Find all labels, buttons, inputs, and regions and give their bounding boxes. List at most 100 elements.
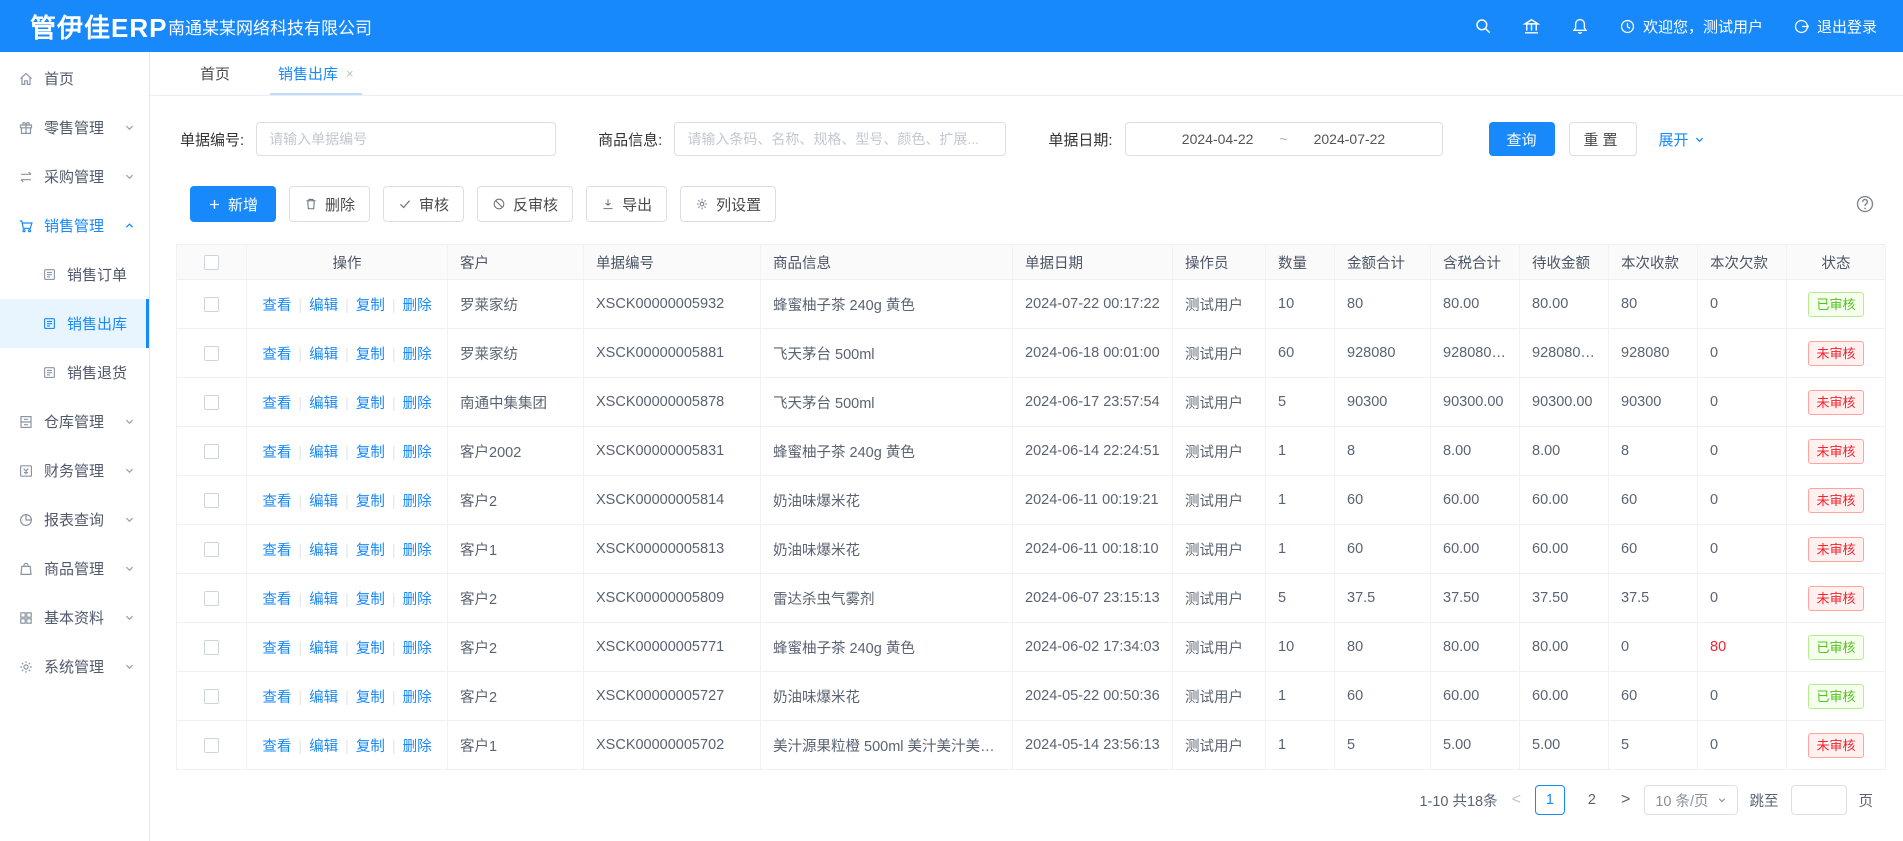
action-delete[interactable]: 删除 <box>403 739 432 755</box>
next-page-button[interactable]: > <box>1619 791 1632 809</box>
sidebar-item-basic-data[interactable]: 基本资料 <box>0 593 149 642</box>
row-checkbox[interactable] <box>204 444 219 459</box>
chevron-down-icon <box>1694 134 1705 145</box>
action-copy[interactable]: 复制 <box>356 396 385 412</box>
cell-owed: 0 <box>1698 574 1787 623</box>
action-edit[interactable]: 编辑 <box>309 690 338 706</box>
action-copy[interactable]: 复制 <box>356 739 385 755</box>
action-edit[interactable]: 编辑 <box>309 298 338 314</box>
action-delete[interactable]: 删除 <box>403 494 432 510</box>
sidebar-item-finance[interactable]: 财务管理 <box>0 446 149 495</box>
tab-strip: 首页 销售出库 × <box>150 52 1903 96</box>
query-button[interactable]: 查询 <box>1489 122 1555 156</box>
sidebar-item-retail[interactable]: 零售管理 <box>0 103 149 152</box>
action-view[interactable]: 查看 <box>262 347 291 363</box>
action-view[interactable]: 查看 <box>262 690 291 706</box>
unaudit-button[interactable]: 反审核 <box>477 186 573 222</box>
action-delete[interactable]: 删除 <box>403 641 432 657</box>
action-copy[interactable]: 复制 <box>356 298 385 314</box>
action-delete[interactable]: 删除 <box>403 690 432 706</box>
tab-home[interactable]: 首页 <box>200 52 230 95</box>
col-bill-no: 单据编号 <box>584 245 761 280</box>
action-view[interactable]: 查看 <box>262 543 291 559</box>
action-view[interactable]: 查看 <box>262 298 291 314</box>
page-size-select[interactable]: 10 条/页 <box>1644 785 1737 815</box>
bank-icon[interactable] <box>1522 17 1541 36</box>
sidebar-item-reports[interactable]: 报表查询 <box>0 495 149 544</box>
help-icon[interactable] <box>1855 194 1875 214</box>
sidebar-item-sales[interactable]: 销售管理 <box>0 201 149 250</box>
bill-no-input[interactable] <box>256 122 556 156</box>
action-delete[interactable]: 删除 <box>403 445 432 461</box>
action-edit[interactable]: 编辑 <box>309 445 338 461</box>
cell-customer: 客户1 <box>448 721 584 770</box>
action-view[interactable]: 查看 <box>262 641 291 657</box>
row-checkbox[interactable] <box>204 689 219 704</box>
sidebar-item-purchase[interactable]: 采购管理 <box>0 152 149 201</box>
export-button[interactable]: 导出 <box>586 186 667 222</box>
sidebar-item-sales-order[interactable]: 销售订单 <box>0 250 149 299</box>
action-copy[interactable]: 复制 <box>356 690 385 706</box>
sidebar-item-home[interactable]: 首页 <box>0 54 149 103</box>
sidebar-item-sales-return[interactable]: 销售退货 <box>0 348 149 397</box>
reset-button[interactable]: 重置 <box>1569 122 1637 156</box>
action-edit[interactable]: 编辑 <box>309 543 338 559</box>
action-copy[interactable]: 复制 <box>356 494 385 510</box>
expand-filters-link[interactable]: 展开 <box>1659 129 1705 150</box>
welcome-user[interactable]: 欢迎您，测试用户 <box>1619 16 1763 37</box>
delete-button[interactable]: 删除 <box>289 186 370 222</box>
bell-icon[interactable] <box>1571 17 1589 35</box>
row-checkbox[interactable] <box>204 591 219 606</box>
action-delete[interactable]: 删除 <box>403 543 432 559</box>
action-edit[interactable]: 编辑 <box>309 739 338 755</box>
action-copy[interactable]: 复制 <box>356 543 385 559</box>
action-edit[interactable]: 编辑 <box>309 494 338 510</box>
action-edit[interactable]: 编辑 <box>309 592 338 608</box>
jump-page-input[interactable] <box>1791 785 1847 815</box>
product-info-input[interactable] <box>674 122 1006 156</box>
page-1-button[interactable]: 1 <box>1535 785 1565 815</box>
row-checkbox[interactable] <box>204 297 219 312</box>
action-edit[interactable]: 编辑 <box>309 396 338 412</box>
audit-button[interactable]: 审核 <box>383 186 464 222</box>
column-settings-button[interactable]: 列设置 <box>680 186 776 222</box>
cell-date: 2024-06-11 00:19:21 <box>1013 476 1173 525</box>
row-checkbox[interactable] <box>204 542 219 557</box>
action-delete[interactable]: 删除 <box>403 396 432 412</box>
action-edit[interactable]: 编辑 <box>309 347 338 363</box>
add-button[interactable]: 新增 <box>190 186 276 222</box>
close-tab-icon[interactable]: × <box>346 66 354 81</box>
sidebar-item-products[interactable]: 商品管理 <box>0 544 149 593</box>
cell-operator: 测试用户 <box>1173 574 1266 623</box>
action-copy[interactable]: 复制 <box>356 347 385 363</box>
tab-sales-out[interactable]: 销售出库 × <box>278 52 354 95</box>
date-range-picker[interactable]: 2024-04-22 ~ 2024-07-22 <box>1125 122 1443 156</box>
action-delete[interactable]: 删除 <box>403 347 432 363</box>
action-copy[interactable]: 复制 <box>356 592 385 608</box>
sidebar-item-sales-out[interactable]: 销售出库 <box>0 299 149 348</box>
cell-status: 未审核 <box>1787 427 1886 476</box>
row-checkbox[interactable] <box>204 493 219 508</box>
prev-page-button[interactable]: < <box>1510 791 1523 809</box>
sidebar-item-system[interactable]: 系统管理 <box>0 642 149 691</box>
action-view[interactable]: 查看 <box>262 592 291 608</box>
action-delete[interactable]: 删除 <box>403 592 432 608</box>
action-copy[interactable]: 复制 <box>356 445 385 461</box>
action-delete[interactable]: 删除 <box>403 298 432 314</box>
search-icon[interactable] <box>1474 17 1492 35</box>
page-2-button[interactable]: 2 <box>1577 785 1607 815</box>
row-checkbox[interactable] <box>204 640 219 655</box>
action-view[interactable]: 查看 <box>262 445 291 461</box>
action-view[interactable]: 查看 <box>262 739 291 755</box>
cell-status: 未审核 <box>1787 329 1886 378</box>
row-checkbox[interactable] <box>204 346 219 361</box>
row-checkbox[interactable] <box>204 395 219 410</box>
row-checkbox[interactable] <box>204 738 219 753</box>
logout-button[interactable]: 退出登录 <box>1793 16 1877 37</box>
action-edit[interactable]: 编辑 <box>309 641 338 657</box>
action-view[interactable]: 查看 <box>262 494 291 510</box>
action-view[interactable]: 查看 <box>262 396 291 412</box>
action-copy[interactable]: 复制 <box>356 641 385 657</box>
select-all-checkbox[interactable] <box>204 255 219 270</box>
sidebar-item-warehouse[interactable]: 仓库管理 <box>0 397 149 446</box>
